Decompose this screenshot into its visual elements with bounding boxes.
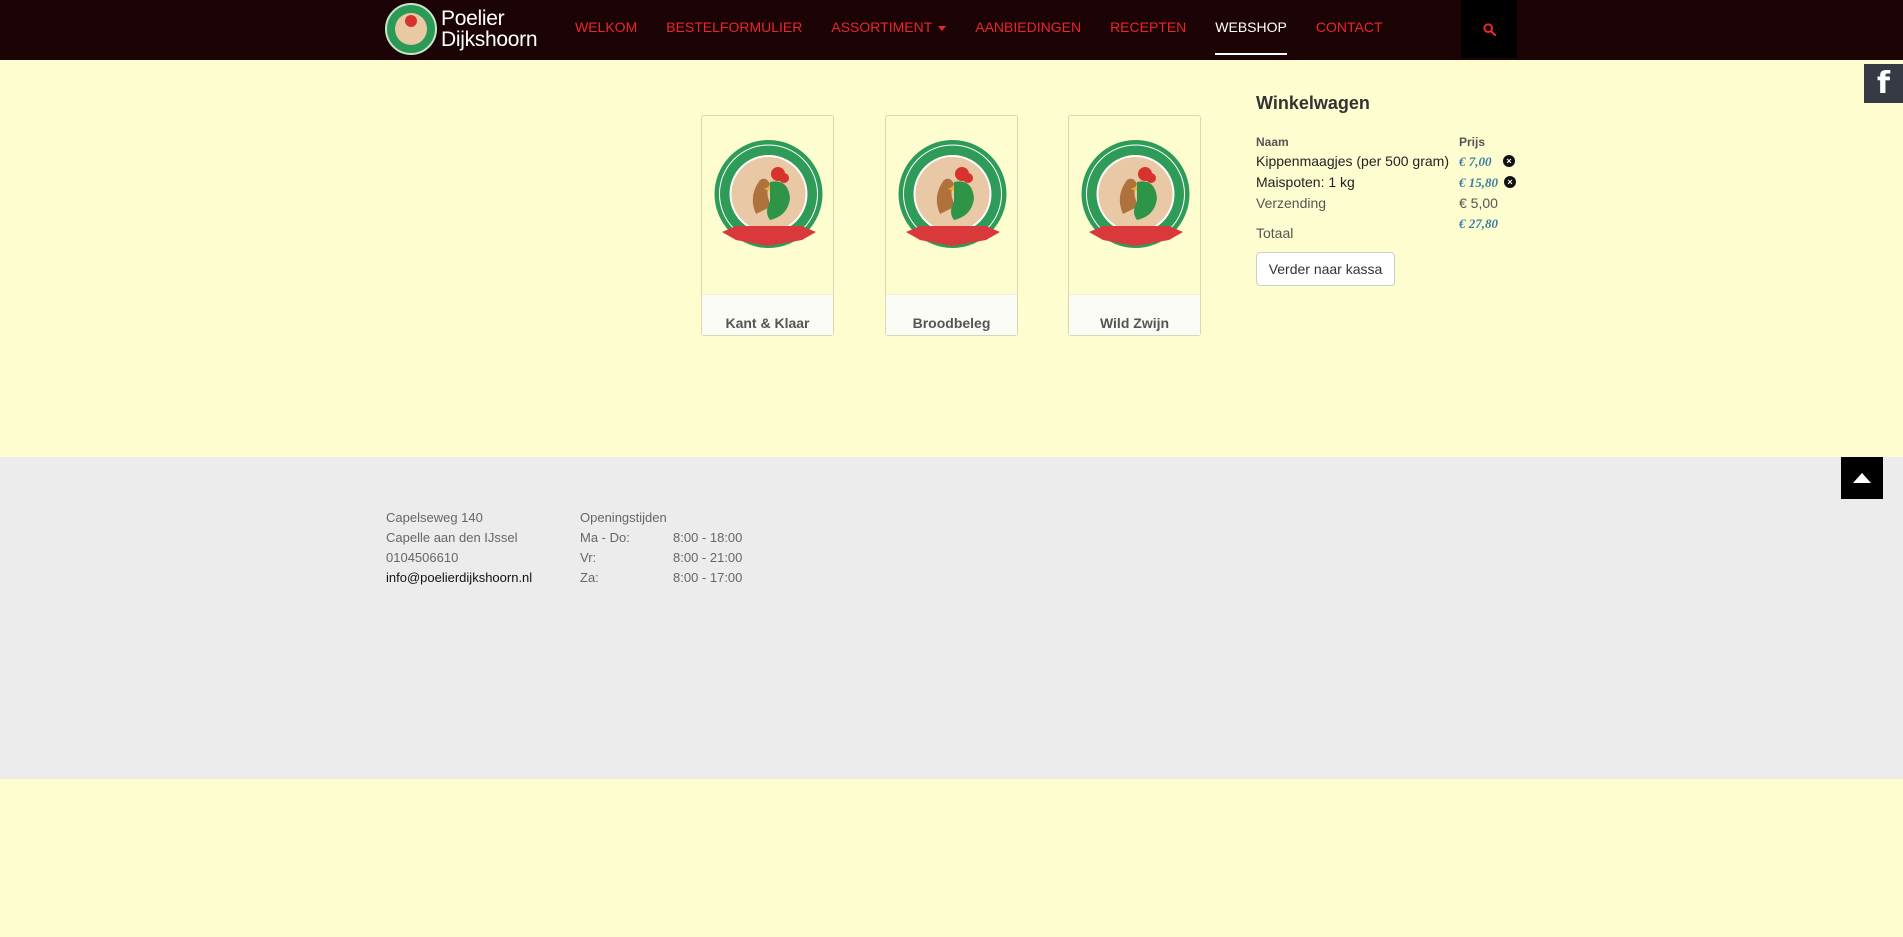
nav-welkom[interactable]: WELKOM [575,0,637,60]
cart-col-price: Prijs [1459,135,1486,149]
cart-total-value: € 27,80 [1459,216,1498,231]
search-icon [1482,22,1496,36]
search-button[interactable] [1461,0,1517,58]
product-card-broodbeleg[interactable]: Broodbeleg [885,115,1018,336]
product-name: Wild Zwijn [1069,294,1200,335]
footer-address-street: Capelseweg 140 [386,510,483,525]
remove-icon[interactable]: × [1503,155,1515,167]
product-card-kant-klaar[interactable]: Kant & Klaar [701,115,834,336]
cart-shipping-label: Verzending [1256,195,1327,211]
nav-recepten[interactable]: RECEPTEN [1110,0,1186,60]
footer-address-city: Capelle aan den IJssel [386,530,518,545]
footer-hours-day: Za: [580,570,599,585]
top-navbar: Poelier Dijkshoorn WELKOM BESTELFORMULIE… [0,0,1903,60]
nav-assortiment[interactable]: ASSORTIMENT [831,0,947,60]
checkout-button[interactable]: Verder naar kassa [1256,252,1395,286]
footer-hours-time: 8:00 - 17:00 [673,570,743,585]
footer-hours-day: Ma - Do: [580,530,630,545]
rooster-logo-icon [385,3,437,55]
cart-total-label: Totaal [1256,225,1294,241]
product-name: Kant & Klaar [702,294,833,335]
cart-item-name: Maispoten: 1 kg [1256,174,1355,190]
remove-icon[interactable]: × [1504,176,1516,188]
brand-name-line1: Poelier [441,7,505,30]
main-nav: WELKOM BESTELFORMULIER ASSORTIMENT AANBI… [575,0,1412,60]
brand-logo[interactable]: Poelier Dijkshoorn [385,0,545,58]
cart-col-name: Naam [1256,135,1289,149]
product-logo-icon [1081,140,1190,248]
product-name: Broodbeleg [886,294,1017,335]
cart-item-name: Kippenmaagjes (per 500 gram) [1256,153,1449,169]
brand-name: Poelier Dijkshoorn [441,7,538,51]
footer-hours-time: 8:00 - 21:00 [673,550,743,565]
nav-webshop[interactable]: WEBSHOP [1215,0,1287,60]
product-card-wild-zwijn[interactable]: Wild Zwijn [1068,115,1201,336]
caret-down-icon [938,25,947,31]
footer-hours-title: Openingstijden [580,510,667,525]
footer: Capelseweg 140 Capelle aan den IJssel 01… [0,457,1903,779]
cart-item-price: € 7,00 [1459,154,1492,169]
product-logo-icon [898,140,1007,248]
nav-assortiment-label: ASSORTIMENT [831,19,933,35]
nav-bestelformulier[interactable]: BESTELFORMULIER [666,0,802,60]
nav-contact[interactable]: CONTACT [1316,0,1383,60]
product-logo-icon [714,140,823,248]
cart-shipping-value: € 5,00 [1459,195,1498,211]
arrow-up-icon [1853,473,1871,483]
cart-item-price: € 15,80 [1459,175,1498,190]
back-to-top-button[interactable] [1841,457,1883,499]
nav-aanbiedingen[interactable]: AANBIEDINGEN [975,0,1081,60]
footer-email-link[interactable]: info@poelierdijkshoorn.nl [386,570,532,585]
facebook-button[interactable]: f [1864,64,1903,103]
footer-hours-time: 8:00 - 18:00 [673,530,743,545]
footer-hours-day: Vr: [580,550,597,565]
footer-phone: 0104506610 [386,550,459,565]
cart-title: Winkelwagen [1256,93,1370,113]
brand-name-line2: Dijkshoorn [441,28,538,51]
facebook-icon: f [1876,66,1891,101]
